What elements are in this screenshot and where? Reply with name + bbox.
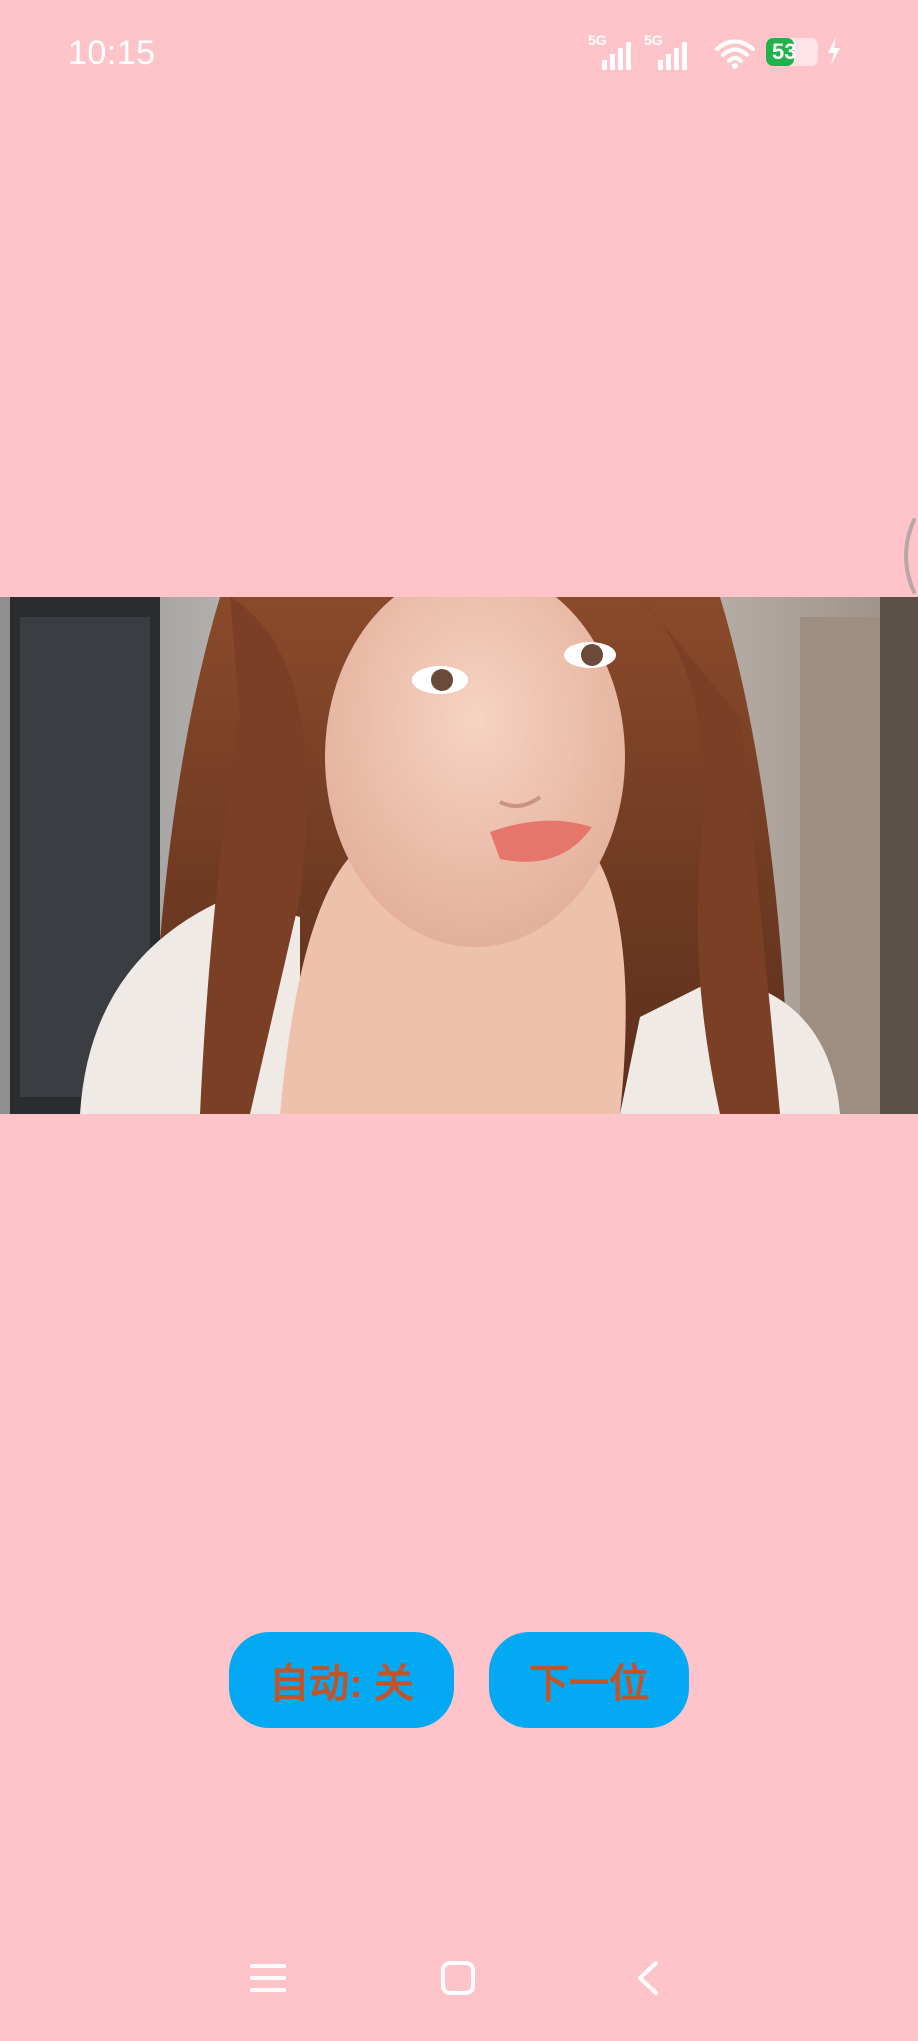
status-icons: 5G 5G 53 [588,30,858,74]
wifi-icon [715,39,755,69]
system-nav-bar [0,1940,918,2020]
edge-swipe-handle-icon[interactable] [896,516,918,596]
home-icon[interactable] [440,1960,476,1996]
status-bar: 10:15 5G 5G 53 [0,0,918,110]
battery-icon: 53 [766,38,818,66]
battery-level: 53 [772,39,797,64]
video-player[interactable] [0,597,918,1114]
video-frame-image [0,597,918,1114]
back-icon[interactable] [634,1960,662,1996]
status-time: 10:15 [68,34,156,72]
charging-icon [828,37,840,65]
menu-icon[interactable] [250,1960,286,1996]
next-button[interactable]: 下一位 [489,1632,689,1728]
auto-toggle-button[interactable]: 自动: 关 [229,1632,454,1728]
